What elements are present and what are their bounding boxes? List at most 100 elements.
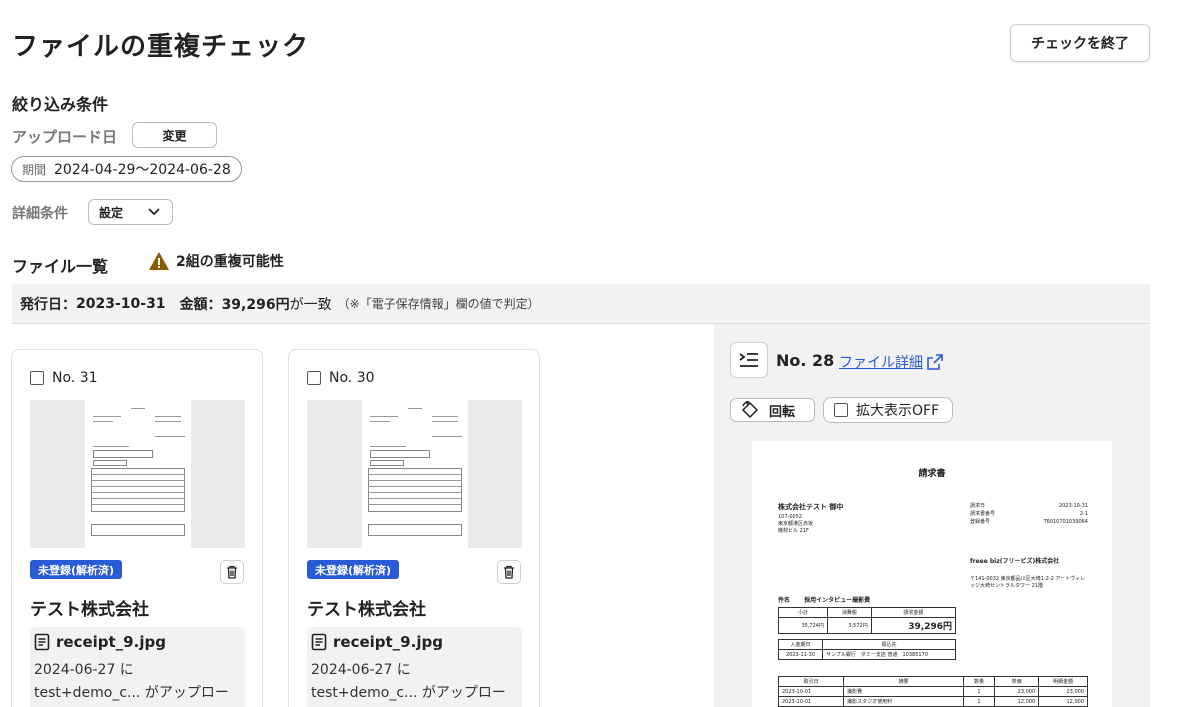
match-date-value: 2023-10-31: [76, 295, 166, 312]
external-link-icon: [927, 354, 943, 370]
duplicate-warning-text: 2組の重複可能性: [176, 254, 284, 270]
summary-header: 消費税: [826, 607, 872, 618]
subject-value: 採用インタビュー撮影費: [804, 597, 871, 604]
select-checkbox[interactable]: [307, 371, 321, 385]
summary-header: 小計: [778, 607, 828, 618]
collapse-panel-icon: [739, 353, 758, 367]
trash-icon: [504, 565, 514, 579]
status-badge: 未登録(解析済): [307, 560, 400, 579]
file-info: receipt_9.jpg 2024-06-27 に test+demo_c..…: [30, 627, 245, 707]
payment-account: サンプル銀行 ダミー支店 普通 10385170: [822, 649, 956, 660]
item-header: 明細金額: [1038, 676, 1088, 687]
invoice-payment-table: 入金期日 振込先 2023-11-30 サンプル銀行 ダミー支店 普通 1038…: [777, 639, 956, 660]
meta-key: 請求書番号: [970, 511, 996, 517]
period-chip: 期間 2024-04-29〜2024-06-28: [11, 156, 242, 182]
end-check-button[interactable]: チェックを終了: [1010, 24, 1150, 62]
setting-label: 設定: [99, 205, 124, 220]
chevron-down-icon: [148, 208, 160, 216]
document-icon: [34, 633, 50, 651]
meta-value: T6010701039064: [1043, 519, 1088, 525]
invoice-issuer-address: 〒141-0032 東京都品川区大崎1-2-2 アートヴィレッジ大崎セントラルタ…: [970, 576, 1086, 589]
meta-key: 登録番号: [970, 519, 991, 525]
card-header: No. 31: [30, 370, 98, 386]
file-detail-link[interactable]: ファイル詳細: [839, 352, 943, 372]
invoice-title: 請求書: [918, 469, 946, 479]
change-button[interactable]: 変更: [132, 122, 217, 148]
thumbnail-document: [85, 400, 191, 548]
card-number: No. 30: [329, 370, 375, 386]
file-card[interactable]: No. 31 未登録(解析済) テスト株式会社 receipt_9.jpg 20…: [11, 349, 263, 707]
page-title: ファイルの重複チェック: [12, 32, 310, 62]
meta-value: 2-1: [1079, 511, 1088, 517]
period-key: 期間: [22, 162, 47, 177]
meta-key: 請求日: [970, 503, 986, 509]
file-info: receipt_9.jpg 2024-06-27 に test+demo_c..…: [307, 627, 522, 707]
invoice-summary-table: 小計 消費税 請求金額 35,724円 3,572円 39,296円: [778, 607, 957, 634]
rotate-button[interactable]: 回転: [730, 398, 815, 422]
invoice-preview: 請求書 株式会社テスト 御中 107-0052 東京都港区赤坂 機材ビル 21F…: [752, 441, 1112, 707]
invoice-recipient: 株式会社テスト 御中: [778, 503, 844, 511]
match-suffix: が一致: [289, 296, 332, 313]
address-line: 東京都港区赤坂: [778, 521, 814, 527]
match-date-label: 発行日：: [20, 296, 76, 313]
item-header: 数量: [963, 676, 995, 687]
table-row: 2023-10-01 撮影スタジオ使用料 1 12,000 12,000: [777, 696, 1088, 707]
zoom-label: 拡大表示OFF: [856, 403, 940, 419]
document-icon: [311, 633, 327, 651]
invoice-issuer: freee biz(フリービズ)株式会社: [970, 558, 1060, 565]
upload-date: 2024-06-27 に: [34, 662, 134, 678]
file-thumbnail[interactable]: [307, 400, 522, 548]
card-number: No. 31: [52, 370, 98, 386]
invoice-subject: 件名 採用インタビュー撮影費: [778, 595, 870, 604]
file-thumbnail[interactable]: [30, 400, 245, 548]
table-row: 2023-10-01 撮影費 1 23,000 23,000: [777, 686, 1088, 697]
select-checkbox[interactable]: [30, 371, 44, 385]
item-date: 2023-10-01: [777, 686, 845, 697]
status-badge: 未登録(解析済): [30, 560, 123, 579]
zoom-toggle[interactable]: 拡大表示OFF: [823, 397, 953, 423]
item-date: 2023-10-01: [777, 696, 845, 707]
summary-value: 3,572円: [826, 617, 872, 634]
preview-number: No. 28: [776, 351, 835, 370]
item-header: 取引日: [777, 676, 845, 687]
delete-button[interactable]: [220, 560, 244, 584]
item-header: 摘要: [843, 676, 965, 687]
period-value: 2024-04-29〜2024-06-28: [54, 162, 231, 178]
file-card[interactable]: No. 30 未登録(解析済) テスト株式会社 receipt_9.jpg 20…: [288, 349, 540, 707]
file-card-list: No. 31 未登録(解析済) テスト株式会社 receipt_9.jpg 20…: [0, 324, 714, 707]
invoice-recipient-address: 107-0052 東京都港区赤坂 機材ビル 21F: [778, 514, 813, 535]
filter-heading: 絞り込み条件: [12, 95, 109, 114]
invoice-meta: 請求日 2023-10-31 請求書番号 2-1 登録番号 T601070103906…: [970, 502, 1088, 526]
panel-toggle-button[interactable]: [730, 342, 768, 378]
match-amount-value: 39,296円: [221, 296, 290, 313]
file-detail-label: ファイル詳細: [839, 355, 923, 371]
rotate-icon: [741, 401, 759, 419]
uploader: test+demo_c... がアップロード: [34, 685, 229, 701]
item-amount: 12,000: [1038, 696, 1088, 707]
payment-due: 2023-11-30: [777, 649, 824, 660]
zoom-checkbox[interactable]: [834, 403, 848, 417]
file-list-heading: ファイル一覧: [12, 257, 109, 276]
upload-date: 2024-06-27 に: [311, 662, 411, 678]
file-name: receipt_9.jpg: [333, 633, 443, 651]
invoice-total: 39,296円: [870, 617, 957, 634]
setting-dropdown[interactable]: 設定: [88, 199, 173, 225]
item-desc: 撮影費: [843, 686, 965, 697]
delete-button[interactable]: [497, 560, 521, 584]
payment-header: 入金期日: [777, 639, 824, 650]
item-amount: 23,000: [1038, 686, 1088, 697]
item-header: 単価: [993, 676, 1040, 687]
address-line: 機材ビル 21F: [778, 528, 809, 534]
match-amount-label: 金額：: [179, 296, 222, 313]
company-name: テスト株式会社: [307, 600, 426, 620]
item-price: 12,000: [993, 696, 1040, 707]
item-qty: 1: [963, 696, 995, 707]
summary-header: 請求金額: [870, 607, 957, 618]
rotate-label: 回転: [769, 404, 796, 420]
summary-value: 35,724円: [778, 617, 828, 634]
address-line: 107-0052: [778, 514, 803, 520]
item-desc: 撮影スタジオ使用料: [843, 696, 965, 707]
item-price: 23,000: [993, 686, 1040, 697]
trash-icon: [227, 565, 237, 579]
meta-value: 2023-10-31: [1058, 503, 1088, 509]
